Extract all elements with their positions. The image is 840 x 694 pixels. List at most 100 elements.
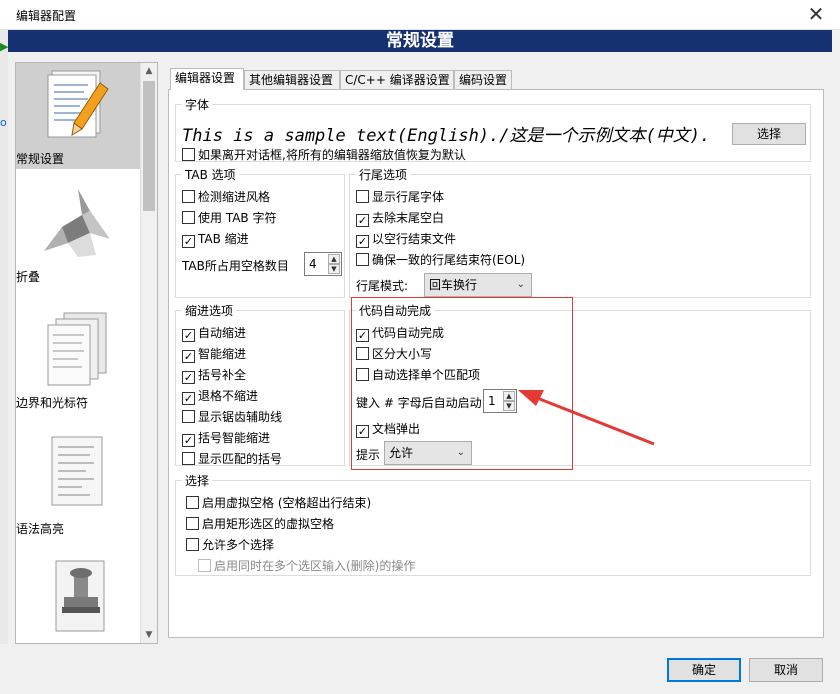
multi-select-label: 允许多个选择 (202, 538, 275, 552)
category-item-printing[interactable] (16, 557, 140, 643)
indent-options-group: 缩进选项 ✓ 自动缩进 ✓ 智能缩进 ✓ 括号补全 ✓ 退格不缩进 显示锯齿辅助线 ✓ 括… (175, 302, 345, 466)
close-icon[interactable]: ✕ (796, 2, 836, 28)
trim-trailing-label: 去除末尾空白 (372, 211, 445, 225)
font-sample-text: This is a sample text(English)./这是一个示例文本… (182, 126, 711, 146)
category-label-syntax: 语法高亮 (16, 522, 65, 536)
tab-options-legend: TAB 选项 (185, 168, 236, 182)
tab-indent-checkbox[interactable]: ✓ TAB 缩进 (182, 231, 249, 248)
stamp-icon (55, 560, 105, 632)
eol-mode-value: 回车换行 (429, 278, 478, 292)
cancel-button[interactable]: 取消 (749, 658, 823, 682)
chevron-down-icon: ⌄ (516, 279, 525, 290)
auto-indent-box[interactable]: ✓ (182, 329, 195, 342)
scroll-down-icon[interactable]: ▼ (141, 627, 157, 643)
virtual-space-checkbox[interactable]: 启用虚拟空格 (空格超出行结束) (186, 495, 371, 511)
arrow-right-icon: ▶ (0, 40, 9, 53)
show-matching-brackets-box[interactable] (182, 452, 195, 465)
category-label-folding: 折叠 (16, 270, 41, 284)
auto-indent-label: 自动缩进 (198, 326, 247, 340)
window-title: 编辑器配置 (16, 9, 77, 23)
bracket-complete-checkbox[interactable]: ✓ 括号补全 (182, 367, 247, 384)
ok-button[interactable]: 确定 (667, 658, 741, 682)
reset-zoom-checkbox-box[interactable] (182, 148, 195, 161)
tab-options-group: TAB 选项 检测缩进风格 使用 TAB 字符 ✓ TAB 缩进 TAB所占用空格… (175, 166, 345, 298)
tab-indent-box[interactable]: ✓ (182, 235, 195, 248)
scroll-up-icon[interactable]: ▲ (141, 63, 157, 79)
category-label-margins: 边界和光标符 (16, 396, 89, 410)
font-group-legend: 字体 (185, 98, 210, 112)
smart-indent-checkbox[interactable]: ✓ 智能缩进 (182, 346, 246, 363)
show-matching-brackets-checkbox[interactable]: 显示匹配的括号 (182, 451, 282, 467)
detect-indent-box[interactable] (182, 190, 195, 203)
show-eol-box[interactable] (356, 190, 369, 203)
multi-typing-checkbox: 启用同时在多个选区输入(删除)的操作 (198, 558, 415, 574)
trim-trailing-box[interactable]: ✓ (356, 214, 369, 227)
background-window-edge: ▶ o (0, 30, 8, 694)
bracket-smart-indent-checkbox[interactable]: ✓ 括号智能缩进 (182, 430, 271, 447)
page-title: 常规设置 (8, 30, 832, 52)
stepper-down-icon[interactable]: ▼ (328, 264, 340, 274)
choose-font-button[interactable]: 选择 (732, 123, 806, 145)
backspace-unindent-checkbox[interactable]: ✓ 退格不缩进 (182, 388, 259, 405)
tab-spaces-stepper[interactable]: 4 ▲ ▼ (304, 252, 342, 276)
use-tab-label: 使用 TAB 字符 (198, 211, 277, 225)
reset-zoom-checkbox[interactable]: 如果离开对话框,将所有的编辑器缩放值恢复为默认 (182, 147, 466, 163)
backspace-unindent-label: 退格不缩进 (198, 389, 259, 403)
show-matching-brackets-label: 显示匹配的括号 (198, 452, 283, 466)
rect-virtual-space-box[interactable] (186, 517, 199, 530)
tab-spaces-label: TAB所占用空格数目 (182, 259, 289, 273)
detect-indent-checkbox[interactable]: 检测缩进风格 (182, 189, 270, 205)
consistent-eol-box[interactable] (356, 253, 369, 266)
eol-mode-select[interactable]: 回车换行 ⌄ (424, 273, 532, 297)
bracket-smart-indent-box[interactable]: ✓ (182, 434, 195, 447)
show-eol-label: 显示行尾字体 (372, 190, 445, 204)
consistent-eol-label: 确保一致的行尾结束符(EOL) (372, 253, 526, 267)
auto-indent-checkbox[interactable]: ✓ 自动缩进 (182, 325, 247, 342)
bracket-complete-label: 括号补全 (198, 368, 247, 382)
show-eol-checkbox[interactable]: 显示行尾字体 (356, 189, 444, 205)
category-item-margins[interactable]: 边界和光标符 (16, 307, 140, 417)
annotation-arrow-icon (518, 390, 655, 446)
category-scrollbar[interactable]: ▲ ▼ (140, 63, 157, 643)
multi-typing-box (198, 559, 211, 572)
use-tab-box[interactable] (182, 211, 195, 224)
use-tab-checkbox[interactable]: 使用 TAB 字符 (182, 210, 276, 226)
indent-options-legend: 缩进选项 (185, 304, 234, 318)
eol-options-legend: 行尾选项 (359, 168, 408, 182)
tab-other-editor-settings[interactable]: 其他编辑器设置 (244, 70, 340, 90)
end-with-newline-box[interactable]: ✓ (356, 235, 369, 248)
eol-mode-label: 行尾模式: (356, 279, 409, 293)
origami-bird-icon (44, 189, 110, 257)
document-stack-icon (47, 312, 107, 386)
tab-encoding-settings[interactable]: 编码设置 (454, 70, 512, 90)
tab-editor-settings[interactable]: 编辑器设置 (170, 68, 244, 90)
backspace-unindent-box[interactable]: ✓ (182, 392, 195, 405)
end-with-newline-checkbox[interactable]: ✓ 以空行结束文件 (356, 231, 457, 248)
selection-legend: 选择 (185, 474, 210, 488)
scroll-thumb[interactable] (143, 81, 155, 211)
highlighted-document-icon (51, 436, 103, 506)
category-item-general[interactable]: 常规设置 (16, 63, 140, 169)
trim-trailing-checkbox[interactable]: ✓ 去除末尾空白 (356, 210, 445, 227)
stepper-up-icon[interactable]: ▲ (328, 254, 340, 264)
consistent-eol-checkbox[interactable]: 确保一致的行尾结束符(EOL) (356, 252, 525, 268)
category-item-syntax[interactable]: 语法高亮 (16, 433, 140, 543)
tab-indent-label: TAB 缩进 (198, 232, 249, 246)
category-item-folding[interactable]: 折叠 (16, 181, 140, 291)
multi-select-checkbox[interactable]: 允许多个选择 (186, 537, 274, 553)
virtual-space-box[interactable] (186, 496, 199, 509)
indent-guides-box[interactable] (182, 410, 195, 423)
smart-indent-box[interactable]: ✓ (182, 350, 195, 363)
tab-compiler-settings[interactable]: C/C++ 编译器设置 (340, 70, 454, 90)
indent-guides-checkbox[interactable]: 显示锯齿辅助线 (182, 409, 282, 425)
multi-select-box[interactable] (186, 538, 199, 551)
category-list: 常规设置 折叠 边界和光标符 语法高亮 ▲ ▼ (15, 62, 158, 644)
rect-virtual-space-label: 启用矩形选区的虚拟空格 (202, 517, 335, 531)
bracket-complete-box[interactable]: ✓ (182, 371, 195, 384)
eol-options-group: 行尾选项 显示行尾字体 ✓ 去除末尾空白 ✓ 以空行结束文件 确保一致的行尾结束符(… (349, 166, 811, 298)
document-pencil-icon (47, 70, 109, 138)
end-with-newline-label: 以空行结束文件 (372, 232, 457, 246)
rect-virtual-space-checkbox[interactable]: 启用矩形选区的虚拟空格 (186, 516, 334, 532)
indent-guides-label: 显示锯齿辅助线 (198, 410, 283, 424)
bracket-smart-indent-label: 括号智能缩进 (198, 431, 271, 445)
